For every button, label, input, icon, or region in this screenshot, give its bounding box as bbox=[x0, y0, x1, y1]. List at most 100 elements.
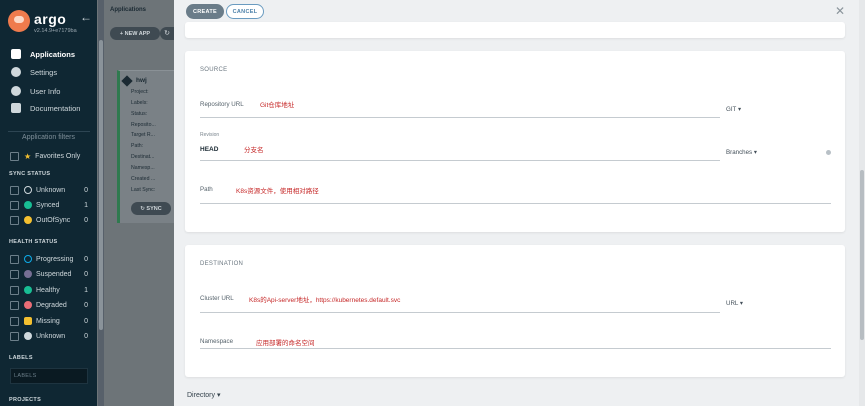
revision-annotation: 分支名 bbox=[244, 147, 264, 154]
suspended-icon bbox=[24, 270, 32, 278]
nav-label: Settings bbox=[30, 67, 58, 77]
nav-label: User Info bbox=[30, 86, 61, 96]
sync-button[interactable]: ↻ SYNC bbox=[131, 202, 171, 215]
applications-icon bbox=[11, 49, 21, 59]
caret-down-icon: ▾ bbox=[737, 106, 742, 113]
repository-url-input[interactable]: Git仓库地址 bbox=[260, 99, 294, 109]
path-underline bbox=[200, 203, 831, 204]
caret-down-icon: ▾ bbox=[739, 300, 743, 307]
app-field: Project: bbox=[131, 89, 149, 95]
gear-icon bbox=[11, 67, 21, 77]
sync-label: SYNC bbox=[146, 205, 162, 212]
filter-health-missing[interactable]: Missing 0 bbox=[10, 315, 88, 327]
labels-input[interactable]: LABELS bbox=[10, 368, 88, 384]
cluster-url-label: Cluster URL bbox=[200, 295, 234, 302]
revision-label: Revision bbox=[200, 132, 220, 138]
breadcrumb[interactable]: Applications bbox=[110, 7, 146, 13]
filter-count: 0 bbox=[84, 255, 88, 263]
new-app-button[interactable]: + NEW APP bbox=[110, 27, 160, 40]
filter-health-suspended[interactable]: Suspended 0 bbox=[10, 268, 88, 280]
panel-toolbar: CREATE CANCEL ✕ bbox=[174, 0, 865, 22]
scroll-thumb[interactable] bbox=[860, 170, 864, 340]
filter-count: 1 bbox=[84, 201, 88, 209]
filter-health-unknown[interactable]: Unknown 0 bbox=[10, 330, 88, 342]
filter-health-healthy[interactable]: Healthy 1 bbox=[10, 284, 88, 296]
dropdown-value: URL bbox=[726, 300, 739, 307]
cluster-type-dropdown[interactable]: URL ▾ bbox=[726, 300, 743, 307]
close-icon[interactable]: ✕ bbox=[835, 4, 845, 18]
checkbox[interactable] bbox=[10, 331, 19, 341]
filter-label: Progressing bbox=[36, 255, 74, 263]
app-field: Reposito... bbox=[131, 122, 156, 128]
path-label: Path bbox=[200, 186, 213, 193]
filter-count: 0 bbox=[84, 270, 88, 278]
favorites-filter[interactable]: ★ Favorites Only bbox=[10, 150, 88, 162]
directory-label: Directory bbox=[187, 392, 216, 399]
progressing-icon bbox=[24, 255, 32, 263]
path-input[interactable]: K8s资源文件，使用相对路径 bbox=[236, 185, 319, 195]
nav-documentation[interactable]: Documentation bbox=[0, 100, 97, 116]
cluster-url-input[interactable]: K8s的Api-server地址，https://kubernetes.defa… bbox=[249, 294, 400, 304]
filter-count: 0 bbox=[84, 301, 88, 309]
section-title: DESTINATION bbox=[200, 261, 244, 267]
checkbox[interactable] bbox=[10, 200, 19, 210]
app-field: Path: bbox=[131, 143, 144, 149]
sync-apps-button[interactable]: ↻ bbox=[160, 27, 174, 40]
version-label: v2.14.9+e7179ba bbox=[34, 28, 77, 34]
revision-underline bbox=[200, 160, 720, 161]
checkbox[interactable] bbox=[10, 285, 19, 295]
app-field: Target R... bbox=[131, 132, 155, 138]
info-dot-icon[interactable] bbox=[826, 150, 831, 155]
filter-label: OutOfSync bbox=[36, 216, 71, 224]
dropdown-value: GIT bbox=[726, 106, 737, 113]
app-field: Created ... bbox=[131, 176, 156, 182]
filter-sync-outofsync[interactable]: OutOfSync 0 bbox=[10, 214, 88, 226]
filter-health-degraded[interactable]: Degraded 0 bbox=[10, 299, 88, 311]
checkbox[interactable] bbox=[10, 269, 19, 279]
favorites-checkbox[interactable] bbox=[10, 151, 19, 161]
panel-scrollbar[interactable] bbox=[859, 0, 865, 406]
heart-icon bbox=[24, 286, 32, 294]
repository-url-underline bbox=[200, 117, 720, 118]
create-button[interactable]: CREATE bbox=[186, 4, 224, 19]
app-field: Labels: bbox=[131, 100, 148, 106]
filter-label: Degraded bbox=[36, 301, 67, 309]
checkbox[interactable] bbox=[10, 300, 19, 310]
caret-down-icon: ▾ bbox=[216, 392, 221, 399]
nav-settings[interactable]: Settings bbox=[0, 64, 97, 80]
question-icon bbox=[24, 332, 32, 340]
star-icon: ★ bbox=[24, 151, 32, 161]
filter-count: 0 bbox=[84, 332, 88, 340]
namespace-underline bbox=[200, 348, 831, 349]
checkbox[interactable] bbox=[10, 185, 19, 195]
checkbox[interactable] bbox=[10, 254, 19, 264]
filter-sync-synced[interactable]: Synced 1 bbox=[10, 199, 88, 211]
checkbox[interactable] bbox=[10, 215, 19, 225]
collapse-arrow-icon[interactable]: ← bbox=[80, 10, 92, 24]
app-field: Namesp... bbox=[131, 165, 155, 171]
filter-label: Suspended bbox=[36, 270, 72, 278]
filter-label: Unknown bbox=[36, 186, 66, 194]
brand-name: argo bbox=[34, 11, 67, 27]
nav-applications[interactable]: Applications bbox=[0, 46, 97, 62]
branches-dropdown[interactable]: Branches ▾ bbox=[726, 149, 757, 156]
repo-type-dropdown[interactable]: GIT ▾ bbox=[726, 106, 741, 113]
filter-health-progressing[interactable]: Progressing 0 bbox=[10, 253, 88, 265]
section-title: SOURCE bbox=[200, 67, 228, 73]
revision-input[interactable]: HEAD bbox=[200, 146, 218, 153]
nav-user-info[interactable]: User Info bbox=[0, 83, 97, 99]
checkbox[interactable] bbox=[10, 316, 19, 326]
applications-background: Applications + NEW APP ↻ hwj Project: La… bbox=[104, 0, 177, 406]
scroll-thumb[interactable] bbox=[99, 40, 103, 330]
labels-title: LABELS bbox=[9, 355, 33, 361]
source-section: SOURCE Repository URL Git仓库地址 GIT ▾ Revi… bbox=[185, 51, 845, 232]
unknown-status-icon bbox=[24, 186, 32, 194]
filter-count: 0 bbox=[84, 186, 88, 194]
repository-url-label: Repository URL bbox=[200, 101, 244, 108]
namespace-input[interactable]: 应用部署的命名空间 bbox=[256, 337, 315, 347]
outofsync-icon bbox=[24, 216, 32, 224]
filter-sync-unknown[interactable]: Unknown 0 bbox=[10, 184, 88, 196]
directory-dropdown[interactable]: Directory ▾ bbox=[187, 391, 220, 399]
app-field: Destinat... bbox=[131, 154, 155, 160]
cancel-button[interactable]: CANCEL bbox=[226, 4, 264, 19]
